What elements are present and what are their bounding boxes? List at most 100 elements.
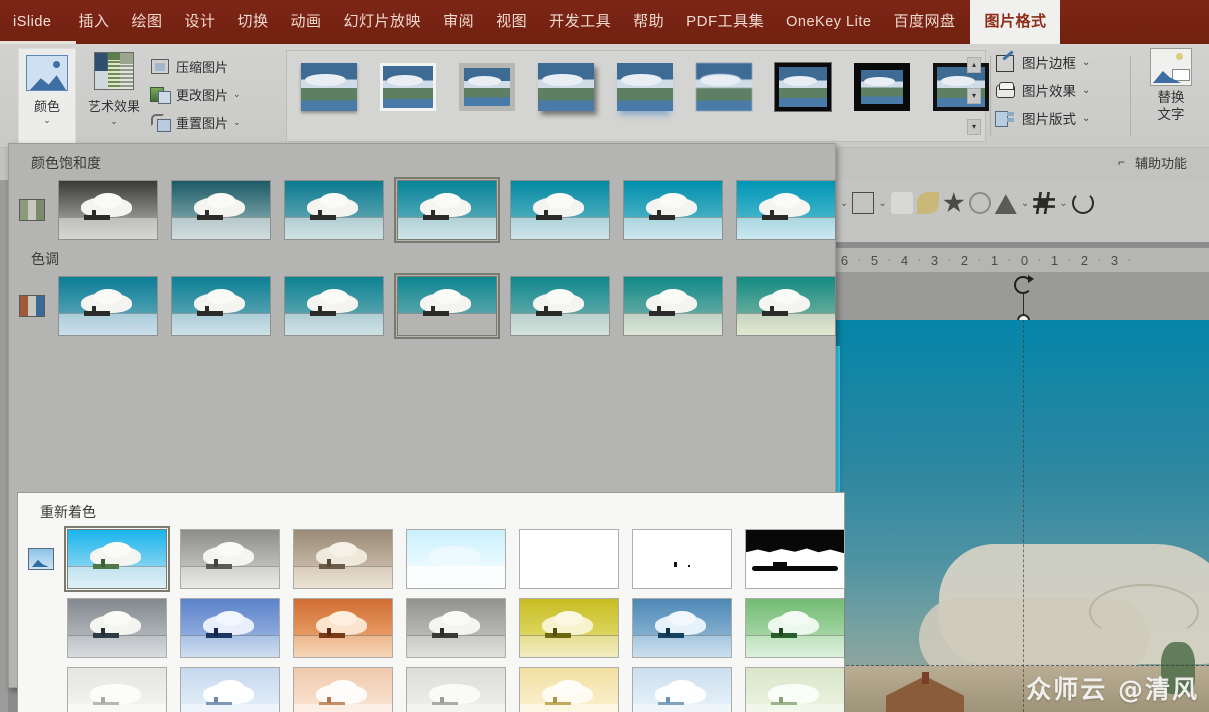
artistic-effects-button[interactable]: 艺术效果 ⌄	[80, 52, 148, 142]
saturation-thumb-4[interactable]	[510, 180, 610, 240]
slide-canvas-area[interactable]: 众师云 @清风	[836, 272, 1209, 712]
chevron-down-icon[interactable]: ⌄	[43, 116, 51, 125]
tab-review[interactable]: 审阅	[432, 0, 485, 44]
star-icon[interactable]	[943, 192, 965, 213]
tone-thumb-1[interactable]	[171, 276, 271, 336]
tab-developer[interactable]: 开发工具	[538, 0, 622, 44]
gallery-scroll-up[interactable]: ▴	[967, 57, 981, 73]
saturation-thumb-0[interactable]	[58, 180, 158, 240]
gallery-scroll-down[interactable]: ▾	[967, 88, 981, 104]
tab-baidu-netdisk[interactable]: 百度网盘	[882, 0, 966, 44]
picture-style-6[interactable]	[696, 63, 752, 111]
recolor-light-blue[interactable]	[180, 667, 280, 712]
color-button[interactable]: 颜色 ⌄	[18, 48, 76, 144]
pen-outline-icon[interactable]	[852, 192, 875, 214]
rotate-handle-icon[interactable]	[1012, 274, 1034, 294]
chevron-down-icon[interactable]: ⌄	[1059, 198, 1067, 209]
tone-thumb-2[interactable]	[284, 276, 384, 336]
chevron-down-icon[interactable]: ⌄	[1082, 113, 1090, 124]
color-dropdown-menu[interactable]: 颜色饱和度 色调 重新着色	[8, 143, 845, 712]
picture-style-8[interactable]	[854, 63, 910, 111]
tab-onekey-lite[interactable]: OneKey Lite	[775, 0, 882, 44]
recolor-dark-gray[interactable]	[67, 598, 167, 658]
picture-style-3[interactable]	[459, 63, 515, 111]
recolor-none[interactable]	[64, 526, 170, 592]
recolor-dark-gray-2[interactable]	[406, 598, 506, 658]
recolor-light-steel[interactable]	[632, 667, 732, 712]
chevron-down-icon[interactable]: ⌄	[233, 89, 241, 100]
recolor-light-gold[interactable]	[519, 667, 619, 712]
chevron-down-icon[interactable]: ⌄	[840, 198, 848, 209]
tab-draw[interactable]: 绘图	[120, 0, 173, 44]
recolor-grayscale[interactable]	[180, 529, 280, 589]
brush-icon[interactable]	[916, 192, 939, 214]
chevron-down-icon[interactable]: ⌄	[1082, 85, 1090, 96]
alt-text-button[interactable]: 替换 文字	[1140, 48, 1202, 144]
recolor-dark-orange[interactable]	[293, 598, 393, 658]
change-picture-label: 更改图片	[176, 87, 229, 103]
tab-picture-format[interactable]: 图片格式	[970, 0, 1061, 44]
picture-style-1[interactable]	[301, 63, 357, 111]
picture-border-button[interactable]: 图片边框 ⌄	[995, 48, 1115, 76]
tone-thumb-0[interactable]	[58, 276, 158, 336]
saturation-thumb-2[interactable]	[284, 180, 384, 240]
tone-thumb-5[interactable]	[623, 276, 723, 336]
saturation-thumb-5[interactable]	[623, 180, 723, 240]
tab-islide[interactable]: iSlide	[0, 0, 67, 44]
triangle-3d-icon[interactable]	[994, 194, 1017, 214]
chevron-down-icon[interactable]: ⌄	[878, 198, 886, 209]
recolor-dark-green[interactable]	[745, 598, 845, 658]
saturation-thumb-3[interactable]	[394, 177, 500, 243]
recolor-light-gray-2[interactable]	[406, 667, 506, 712]
ribbon-body: 颜色 ⌄ 艺术效果 ⌄ 压缩图片 更改图片 ⌄ 重置图片 ⌄ ▴ ▾ ▾ 图片边…	[0, 44, 1209, 148]
grid-align-icon[interactable]	[1033, 192, 1056, 214]
tone-thumb-4[interactable]	[510, 276, 610, 336]
recolor-dark-steel[interactable]	[632, 598, 732, 658]
tab-slideshow[interactable]: 幻灯片放映	[333, 0, 433, 44]
recolor-light-gray[interactable]	[67, 667, 167, 712]
chevron-down-icon[interactable]: ⌄	[110, 117, 118, 126]
slide-surface[interactable]: 众师云 @清风	[836, 320, 1209, 712]
gallery-more-button[interactable]: ▾	[967, 119, 981, 135]
picture-effects-button[interactable]: 图片效果 ⌄	[995, 76, 1115, 104]
tab-transitions[interactable]: 切换	[227, 0, 280, 44]
picture-style-7[interactable]	[774, 62, 832, 112]
recolor-dark-gold[interactable]	[519, 598, 619, 658]
change-picture-button[interactable]: 更改图片 ⌄	[150, 80, 280, 108]
recolor-black-white-50[interactable]	[519, 529, 619, 589]
recolor-light-green[interactable]	[745, 667, 845, 712]
tab-design[interactable]: 设计	[174, 0, 227, 44]
chevron-down-icon[interactable]: ⌄	[1021, 198, 1029, 209]
tone-thumb-3[interactable]	[394, 273, 500, 339]
reset-picture-button[interactable]: 重置图片 ⌄	[150, 108, 280, 136]
alt-text-icon	[1150, 48, 1192, 86]
picture-style-4[interactable]	[538, 63, 594, 111]
rotate-icon[interactable]	[1071, 192, 1094, 214]
gear-icon[interactable]	[968, 192, 991, 214]
recolor-sepia[interactable]	[293, 529, 393, 589]
compress-picture-button[interactable]: 压缩图片	[150, 52, 280, 80]
recolor-grid	[18, 526, 845, 712]
picture-style-2[interactable]	[380, 63, 436, 111]
recolor-washout[interactable]	[406, 529, 506, 589]
tone-thumb-6[interactable]	[736, 276, 836, 336]
chevron-down-icon[interactable]: ⌄	[1082, 57, 1090, 68]
tab-animations[interactable]: 动画	[280, 0, 333, 44]
recolor-black-white-75[interactable]	[632, 529, 732, 589]
chevron-down-icon[interactable]: ⌄	[233, 117, 241, 128]
picture-layout-button[interactable]: 图片版式 ⌄	[995, 104, 1115, 132]
format-painter-icon[interactable]	[890, 192, 913, 214]
tab-help[interactable]: 帮助	[622, 0, 675, 44]
recolor-light-orange[interactable]	[293, 667, 393, 712]
saturation-thumb-1[interactable]	[171, 180, 271, 240]
saturation-thumb-6[interactable]	[736, 180, 836, 240]
horizontal-ruler[interactable]: 6 · 5 · 4 · 3 · 2 · 1 · 0 · 1 · 2 · 3 ·	[836, 248, 1209, 272]
picture-style-5[interactable]	[617, 63, 673, 111]
recolor-dark-blue[interactable]	[180, 598, 280, 658]
recolor-row-1	[28, 526, 845, 592]
dialog-box-launcher[interactable]: ⌐	[1118, 155, 1125, 169]
recolor-silhouette[interactable]	[745, 529, 845, 589]
tab-view[interactable]: 视图	[485, 0, 538, 44]
tab-insert[interactable]: 插入	[67, 0, 120, 44]
tab-pdf-tools[interactable]: PDF工具集	[675, 0, 775, 44]
